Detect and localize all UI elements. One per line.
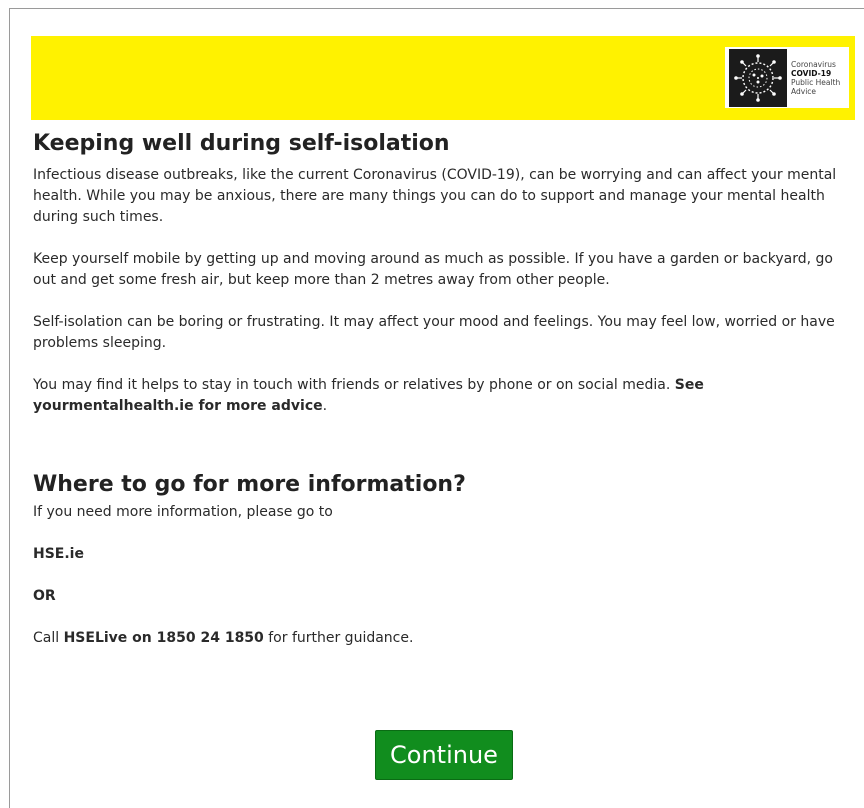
badge-line-1: Coronavirus — [791, 59, 836, 69]
continue-button[interactable]: Continue — [375, 730, 513, 780]
badge-line-2: COVID-19 — [791, 68, 832, 78]
section-title-more-info: Where to go for more information? — [33, 472, 466, 497]
virus-icon — [729, 48, 787, 107]
call-suffix: for further guidance. — [263, 630, 414, 646]
paragraph-intro: Infectious disease outbreaks, like the c… — [33, 167, 837, 225]
badge-line-4: Advice — [791, 86, 817, 96]
paragraph-mobility: Keep yourself mobile by getting up and m… — [33, 251, 833, 288]
badge-line-3: Public Health — [791, 77, 841, 87]
hselive-number: HSELive on 1850 24 1850 — [63, 630, 264, 646]
or-text: OR — [33, 588, 56, 604]
call-text: Call HSELive on 1850 24 1850 for further… — [33, 628, 843, 649]
call-prefix: Call — [33, 630, 64, 646]
section-title-self-isolation: Keeping well during self-isolation — [33, 131, 450, 156]
badge-text: Coronavirus COVID-19 Public Health Advic… — [791, 60, 840, 96]
main-content: Keeping well during self-isolation Infec… — [33, 128, 843, 649]
hse-link[interactable]: HSE.ie — [33, 544, 843, 565]
paragraph-feelings: Self-isolation can be boring or frustrat… — [33, 314, 835, 351]
stay-in-touch-text: You may find it helps to stay in touch w… — [33, 377, 675, 393]
covid-badge: Coronavirus COVID-19 Public Health Advic… — [725, 47, 849, 108]
more-info-intro: If you need more information, please go … — [33, 504, 333, 520]
paragraph-stay-in-touch: You may find it helps to stay in touch w… — [33, 375, 843, 417]
stay-in-touch-suffix: . — [322, 398, 328, 414]
header-banner: Coronavirus COVID-19 Public Health Advic… — [31, 36, 855, 120]
